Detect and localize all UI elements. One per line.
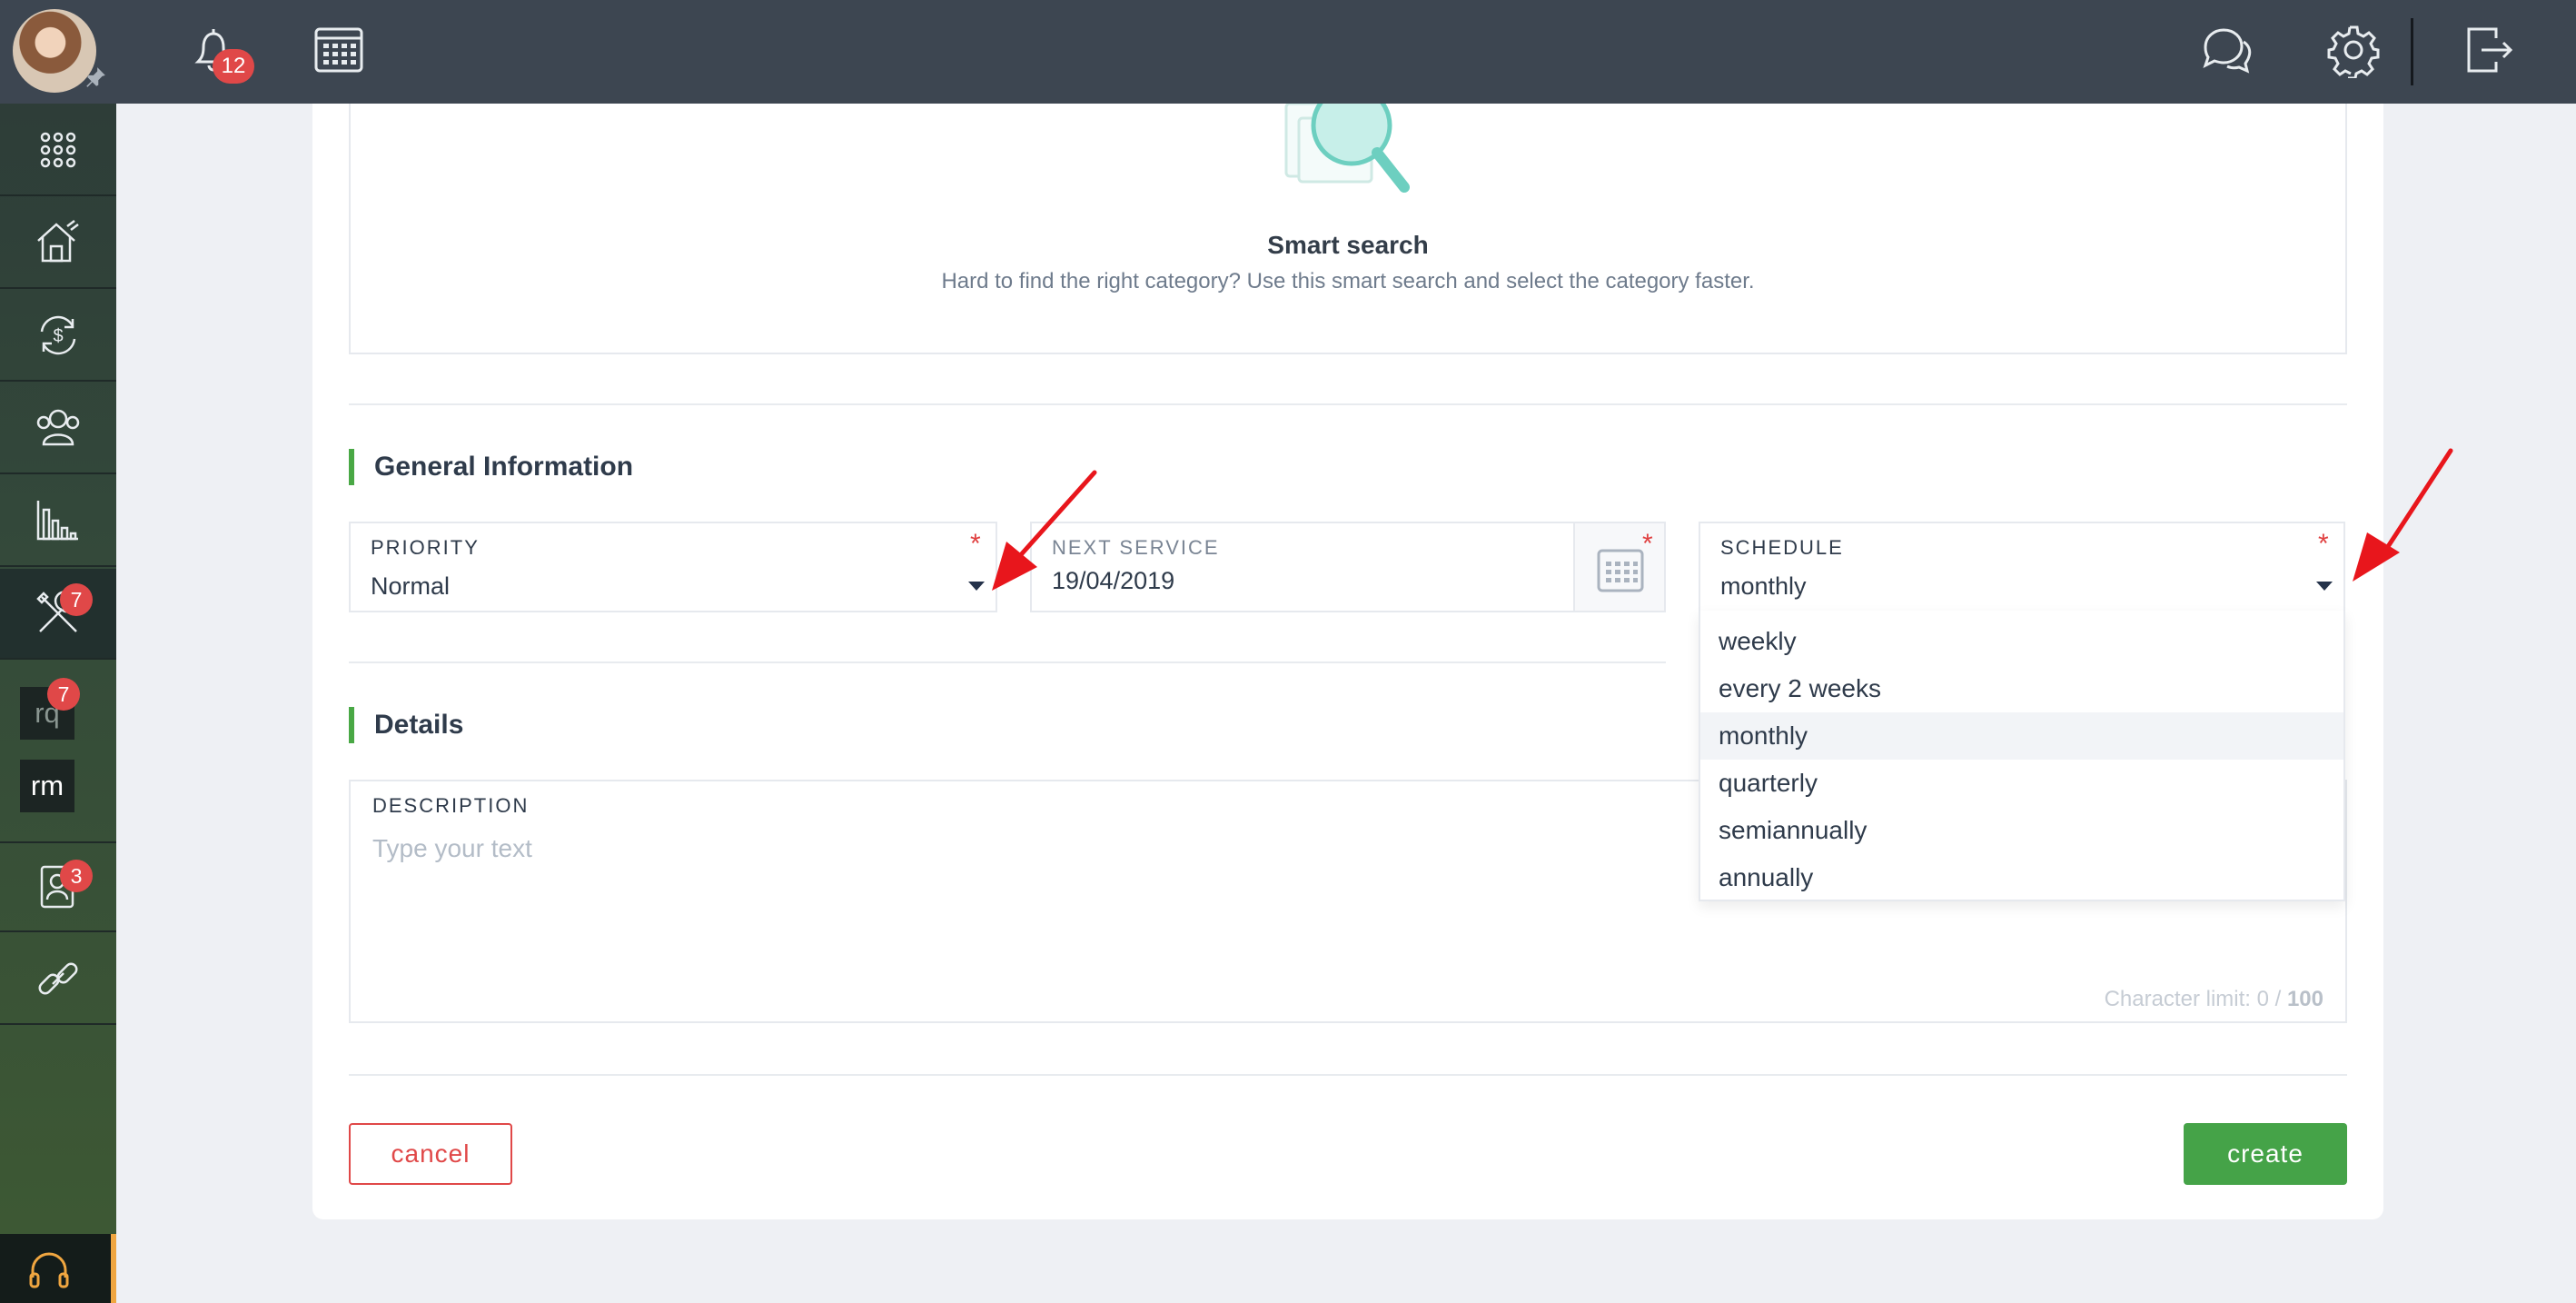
rm-label: rm [30,770,64,801]
chat-button[interactable] [2198,22,2254,78]
support-button[interactable] [0,1234,116,1303]
schedule-option[interactable]: quarterly [1700,760,2343,807]
pin-icon[interactable] [84,65,111,93]
divider [349,403,2347,405]
notification-count-badge: 12 [213,49,254,84]
required-mark: * [1642,529,1653,559]
svg-text:$: $ [53,326,63,346]
gear-icon [2327,25,2380,80]
required-mark: * [2318,529,2329,559]
general-information-title: General Information [349,449,633,485]
contacts-nav[interactable] [0,383,116,474]
divider [349,1074,2347,1076]
topbar-separator [2411,18,2413,85]
rq-badge: 7 [47,678,80,711]
character-limit-max: 100 [2286,987,2323,1011]
headset-icon [29,1252,69,1288]
priority-label: PRIORITY [371,536,480,559]
apps-grid-nav[interactable] [0,105,116,196]
apps-grid-icon [40,132,76,168]
cancel-button[interactable]: cancel [349,1123,512,1185]
house-icon [37,220,79,263]
link-icon [38,962,78,995]
schedule-select[interactable]: SCHEDULE monthly * [1699,522,2345,612]
details-title: Details [349,707,463,743]
user-avatar[interactable] [0,0,116,104]
notifications-button[interactable]: 12 [185,22,254,84]
annotation-arrow-icon [992,470,1097,591]
properties-nav[interactable] [0,198,116,289]
schedule-option[interactable]: weekly [1700,618,2343,665]
chat-icon [2203,28,2252,74]
annotation-arrow-icon [2353,448,2453,582]
people-icon [36,409,80,446]
schedule-label: SCHEDULE [1720,536,1844,559]
money-cycle-icon: $ [40,315,76,355]
tenants-badge: 3 [60,860,93,892]
next-service-date-field[interactable]: NEXT SERVICE 19/04/2019 * [1030,522,1666,612]
topbar: 12 [116,0,2576,104]
maintenance-badge: 7 [60,583,93,616]
smart-search-panel[interactable]: Smart search Hard to find the right cate… [349,104,2347,354]
reports-nav[interactable] [0,476,116,567]
smart-search-title: Smart search [1267,231,1429,259]
schedule-option[interactable]: semiannually [1700,807,2343,854]
divider [349,661,1666,663]
schedule-option[interactable]: every 2 weeks [1700,665,2343,712]
schedule-option-selected[interactable]: monthly [1700,712,2343,760]
priority-value: Normal [371,572,451,600]
character-limit-text: Character limit: 0 / [2104,987,2287,1011]
support-accent-stripe [111,1234,116,1303]
logout-icon [2467,27,2513,73]
settings-button[interactable] [2325,22,2382,80]
links-nav[interactable] [0,934,116,1025]
create-button[interactable]: create [2184,1123,2347,1185]
character-limit: Character limit: 0 / 100 [2105,987,2323,1012]
tenants-nav[interactable]: 3 [0,841,116,932]
magnifier-illustration-icon [1284,104,1410,193]
calendar-button[interactable] [311,22,367,78]
accounting-nav[interactable]: $ [0,291,116,382]
smart-search-subtitle: Hard to find the right category? Use thi… [941,269,1755,293]
maintenance-nav[interactable]: 7 [0,569,116,660]
sidebar: $ 7 rq 7 rm 3 [0,0,116,1303]
priority-select[interactable]: PRIORITY Normal * [349,522,997,612]
bar-chart-icon [36,501,78,541]
schedule-option[interactable]: annually [1700,854,2343,901]
create-service-form: Smart search Hard to find the right cate… [312,104,2383,1219]
logout-button[interactable] [2460,22,2516,78]
description-label: DESCRIPTION [372,794,530,817]
calendar-icon [314,27,363,73]
calendar-icon [1597,549,1644,592]
chevron-down-icon[interactable] [2316,582,2333,591]
rm-nav-item[interactable]: rm [20,760,74,812]
schedule-dropdown-menu: weekly every 2 weeks monthly quarterly s… [1699,611,2345,901]
schedule-value: monthly [1720,572,1807,600]
